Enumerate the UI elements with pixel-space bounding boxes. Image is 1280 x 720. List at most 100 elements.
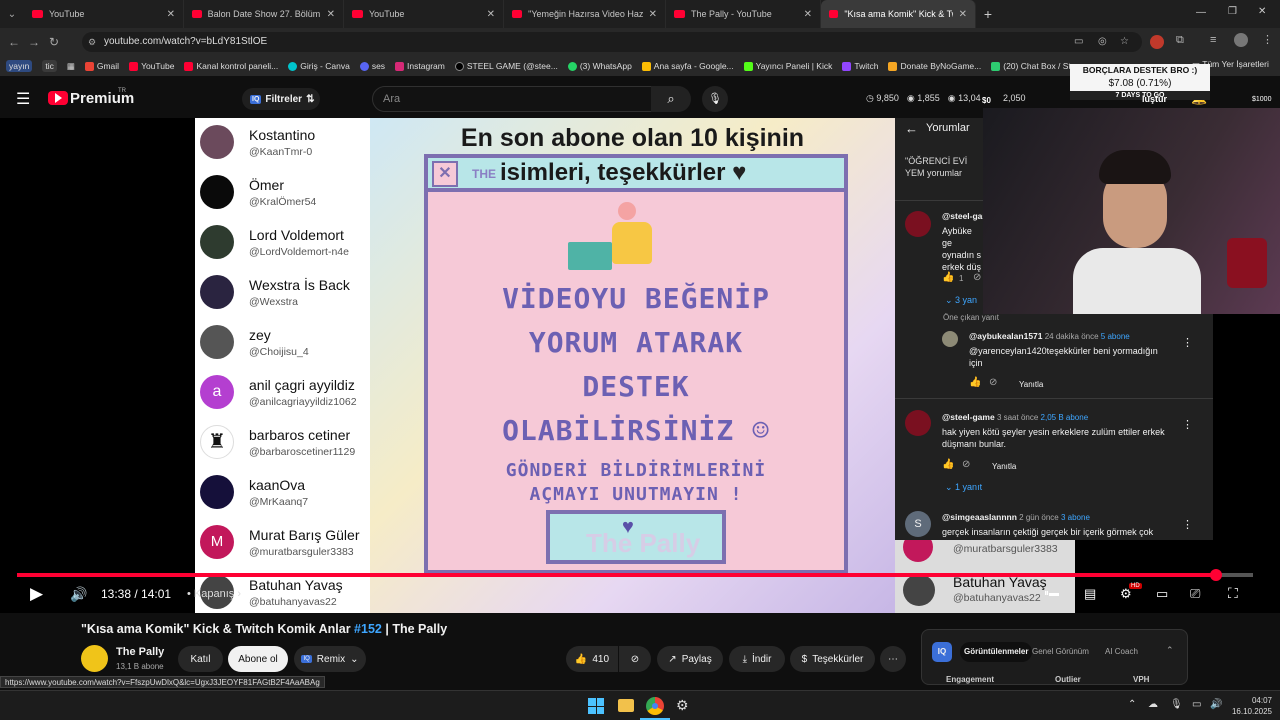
comment-menu-icon[interactable]: ⋮ <box>1182 418 1193 431</box>
tray-chevron-icon[interactable]: ⌃ <box>1128 699 1136 710</box>
system-clock[interactable]: 04:07 16.10.2025 <box>1228 695 1272 717</box>
comment-author[interactable]: @simgeaaslannnn <box>942 512 1017 522</box>
play-button[interactable]: ▶ <box>30 584 43 604</box>
like-icon[interactable]: 👍 <box>942 459 954 470</box>
bookmark-bynogame[interactable]: Donate ByNoGame... <box>888 61 981 71</box>
tab-ai-coach[interactable]: AI Coach <box>1105 647 1138 656</box>
like-button[interactable]: 👍 410 <box>566 646 618 672</box>
dislike-icon[interactable]: ⊘ <box>962 459 970 470</box>
bookmark-kick[interactable]: Yayıncı Paneli | Kick <box>743 61 832 71</box>
extensions-puzzle-icon[interactable]: ⧉ <box>1176 34 1184 47</box>
profile-avatar[interactable] <box>1234 33 1248 47</box>
channel-name[interactable]: The Pally <box>116 646 164 658</box>
site-info-icon[interactable]: ⚙ <box>88 32 96 52</box>
bookmark-gmail[interactable]: Gmail <box>84 61 119 71</box>
volume-button[interactable]: 🔊 <box>70 586 87 603</box>
video-progress-bar[interactable] <box>17 573 1253 577</box>
avatar[interactable] <box>905 410 931 436</box>
url-input[interactable]: ⚙ youtube.com/watch?v=bLdY81StlOE ▭ ◎ ☆ <box>82 32 1142 52</box>
bookmark-google-ads[interactable]: Ana sayfa - Google... <box>641 61 734 71</box>
tab-overview[interactable]: Genel Görünüm <box>1032 647 1089 656</box>
file-explorer-icon[interactable] <box>618 699 634 712</box>
close-window-icon[interactable]: ✕ <box>1258 6 1266 17</box>
chapter-button[interactable]: • Kapanış › <box>187 588 241 600</box>
onedrive-icon[interactable]: ☁ <box>1148 699 1158 710</box>
reply-button[interactable]: Yanıtla <box>992 462 1016 471</box>
filters-button[interactable]: IQ Filtreler ⇅ <box>242 88 320 110</box>
tab-the-pally[interactable]: The Pally - YouTube ✕ <box>666 0 821 28</box>
restore-icon[interactable]: ❐ <box>1228 6 1237 17</box>
close-icon[interactable]: ✕ <box>649 9 657 20</box>
bookmark-instagram[interactable]: Instagram <box>395 61 445 71</box>
bookmark-kanal-kontrol[interactable]: Kanal kontrol paneli... <box>184 61 278 71</box>
join-button[interactable]: Katıl <box>178 646 223 672</box>
close-icon[interactable]: ✕ <box>167 9 175 20</box>
reply-button[interactable]: Yanıtla <box>1019 380 1043 389</box>
back-arrow-icon[interactable]: ← <box>905 121 918 136</box>
close-icon[interactable]: ✕ <box>959 9 967 20</box>
menu-kebab-icon[interactable]: ⋮ <box>1262 33 1273 46</box>
hamburger-menu-icon[interactable]: ☰ <box>16 89 30 109</box>
bookmark-canva[interactable]: Giriş - Canva <box>288 61 350 71</box>
video-hashtag[interactable]: #152 <box>354 622 382 636</box>
replies-toggle[interactable]: ⌄ 1 yanıt <box>945 482 982 493</box>
tab-views[interactable]: Görüntülenmeler <box>960 642 1033 662</box>
search-input[interactable]: Ara <box>372 86 652 112</box>
comment-menu-icon[interactable]: ⋮ <box>1182 518 1193 531</box>
comment-author[interactable]: @steel-game <box>942 412 995 422</box>
fullscreen-icon[interactable]: ⛶ <box>1228 585 1238 602</box>
tab-yemegin-hazirsa[interactable]: "Yemeğin Hazırsa Video Hazır" ✕ <box>504 0 666 28</box>
star-icon[interactable]: ☆ <box>1120 32 1129 52</box>
tab-list-icon[interactable]: ⌄ <box>0 9 24 20</box>
minimize-icon[interactable]: — <box>1196 7 1206 18</box>
thanks-button[interactable]: $ Teşekkürler <box>790 646 875 672</box>
download-button[interactable]: ⤓ İndir <box>729 646 785 672</box>
replies-toggle[interactable]: ⌄ 3 yan <box>945 295 977 306</box>
bookmark-tic[interactable]: tic <box>42 60 57 72</box>
tab-kisa-ama-komik[interactable]: "Kısa ama Komik" Kick & Twitch ✕ <box>821 0 976 28</box>
bookmark-yayin[interactable]: yayın <box>6 60 33 72</box>
chevron-up-icon[interactable]: ⌃ <box>1166 645 1174 656</box>
dislike-icon[interactable]: ⊘ <box>973 272 981 283</box>
eye-off-icon[interactable]: ◎ <box>1098 32 1107 52</box>
back-icon[interactable]: ← <box>4 35 24 49</box>
tab-youtube-1[interactable]: YouTube ✕ <box>24 0 184 28</box>
close-icon[interactable]: ✕ <box>327 9 335 20</box>
share-button[interactable]: ↗ Paylaş <box>657 646 723 672</box>
new-tab-icon[interactable]: + <box>976 6 1000 22</box>
subtitles-icon[interactable]: ▤ <box>1084 586 1096 602</box>
bookmark-whatsapp[interactable]: (3) WhatsApp <box>567 61 632 71</box>
progress-scrubber[interactable] <box>1209 569 1222 581</box>
media-icon[interactable]: ≡ <box>1210 34 1216 46</box>
channel-avatar[interactable] <box>81 645 108 672</box>
avatar[interactable]: S <box>905 511 931 537</box>
voice-search-button[interactable]: 🎙 <box>702 86 728 112</box>
bookmark-youtube[interactable]: YouTube <box>129 61 174 71</box>
cast-icon[interactable]: ▭ <box>1074 32 1083 52</box>
extension-icon[interactable] <box>1150 35 1164 49</box>
close-icon[interactable]: ✕ <box>804 9 812 20</box>
forward-icon[interactable]: → <box>24 35 44 49</box>
windows-start-icon[interactable] <box>588 698 604 714</box>
subscribe-button[interactable]: Abone ol <box>228 646 288 672</box>
reply-menu-icon[interactable]: ⋮ <box>1182 336 1193 349</box>
microphone-icon[interactable]: 🎙 <box>1170 699 1183 710</box>
apps-grid-icon[interactable]: ▦ <box>67 61 75 72</box>
theater-mode-icon[interactable]: ▭ <box>1156 586 1168 602</box>
like-icon[interactable]: 👍 <box>969 377 981 388</box>
speaker-icon[interactable]: 🔊 <box>1210 699 1222 710</box>
settings-app-icon[interactable]: ⚙ <box>676 697 689 714</box>
avatar[interactable] <box>905 211 931 237</box>
dislike-icon[interactable]: ⊘ <box>989 377 997 388</box>
remix-button[interactable]: IQ Remix ⌄ <box>294 646 366 672</box>
tab-youtube-2[interactable]: YouTube ✕ <box>344 0 504 28</box>
autoplay-toggle[interactable]: ⏸▬ <box>1044 588 1059 599</box>
reload-icon[interactable]: ↻ <box>44 35 64 49</box>
more-actions-button[interactable]: ⋯ <box>880 646 906 672</box>
close-icon[interactable]: ✕ <box>487 9 495 20</box>
tab-balon-date[interactable]: Balon Date Show 27. Bölüm Fra ✕ <box>184 0 344 28</box>
bookmark-twitch[interactable]: Twitch <box>842 61 878 71</box>
reply-author[interactable]: @aybukealan1571 <box>969 331 1043 341</box>
bookmark-steel-game[interactable]: STEEL GAME (@stee... <box>454 61 558 71</box>
network-icon[interactable]: ▭ <box>1192 699 1201 710</box>
